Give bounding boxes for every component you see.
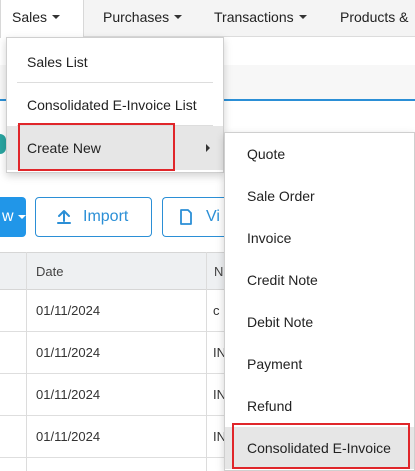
chevron-down-icon bbox=[174, 15, 183, 20]
chevron-down-icon bbox=[298, 15, 307, 20]
menu-divider bbox=[17, 82, 213, 83]
nav-transactions[interactable]: Transactions bbox=[214, 0, 307, 37]
create-new-submenu: Quote Sale Order Invoice Credit Note Deb… bbox=[224, 132, 415, 471]
new-button[interactable]: w bbox=[0, 197, 26, 237]
top-nav: Sales Purchases Transactions Products & bbox=[0, 0, 415, 38]
cell-number: c bbox=[213, 303, 220, 318]
chevron-down-icon bbox=[52, 15, 61, 20]
submenu-item-invoice[interactable]: Invoice bbox=[225, 217, 414, 259]
chevron-down-icon bbox=[17, 214, 26, 219]
view-button-label: Vi bbox=[206, 208, 220, 225]
nav-purchases[interactable]: Purchases bbox=[103, 0, 183, 37]
highlight-consolidated-e-invoice bbox=[232, 423, 410, 469]
new-button-label: w bbox=[2, 208, 14, 225]
submenu-item-credit-note[interactable]: Credit Note bbox=[225, 259, 414, 301]
menu-item-consolidated-e-invoice-list[interactable]: Consolidated E-Invoice List bbox=[7, 84, 223, 126]
cell-date: 01/11/2024 bbox=[36, 345, 101, 360]
column-divider bbox=[26, 252, 27, 471]
column-header-date[interactable]: Date bbox=[36, 253, 63, 291]
import-button-label: Import bbox=[83, 208, 129, 225]
submenu-item-sale-order[interactable]: Sale Order bbox=[225, 175, 414, 217]
cell-date: 01/11/2024 bbox=[36, 303, 101, 318]
column-divider bbox=[206, 252, 207, 471]
submenu-item-payment[interactable]: Payment bbox=[225, 343, 414, 385]
nav-transactions-label: Transactions bbox=[214, 9, 294, 25]
submenu-item-quote[interactable]: Quote bbox=[225, 133, 414, 175]
nav-products[interactable]: Products & bbox=[340, 0, 408, 37]
chevron-right-icon bbox=[206, 144, 210, 152]
nav-purchases-label: Purchases bbox=[103, 9, 170, 25]
highlight-create-new bbox=[18, 123, 175, 171]
cell-date: 01/11/2024 bbox=[36, 387, 101, 402]
menu-item-sales-list[interactable]: Sales List bbox=[7, 41, 223, 83]
column-header-number[interactable]: N bbox=[214, 253, 223, 291]
document-icon bbox=[180, 209, 192, 225]
nav-sales[interactable]: Sales bbox=[0, 0, 84, 38]
submenu-item-refund[interactable]: Refund bbox=[225, 385, 414, 427]
upload-icon bbox=[57, 210, 71, 224]
submenu-item-debit-note[interactable]: Debit Note bbox=[225, 301, 414, 343]
nav-products-label: Products & bbox=[340, 9, 409, 25]
cell-date: 01/11/2024 bbox=[36, 429, 101, 444]
nav-sales-label: Sales bbox=[12, 9, 48, 25]
import-button[interactable]: Import bbox=[35, 197, 152, 237]
